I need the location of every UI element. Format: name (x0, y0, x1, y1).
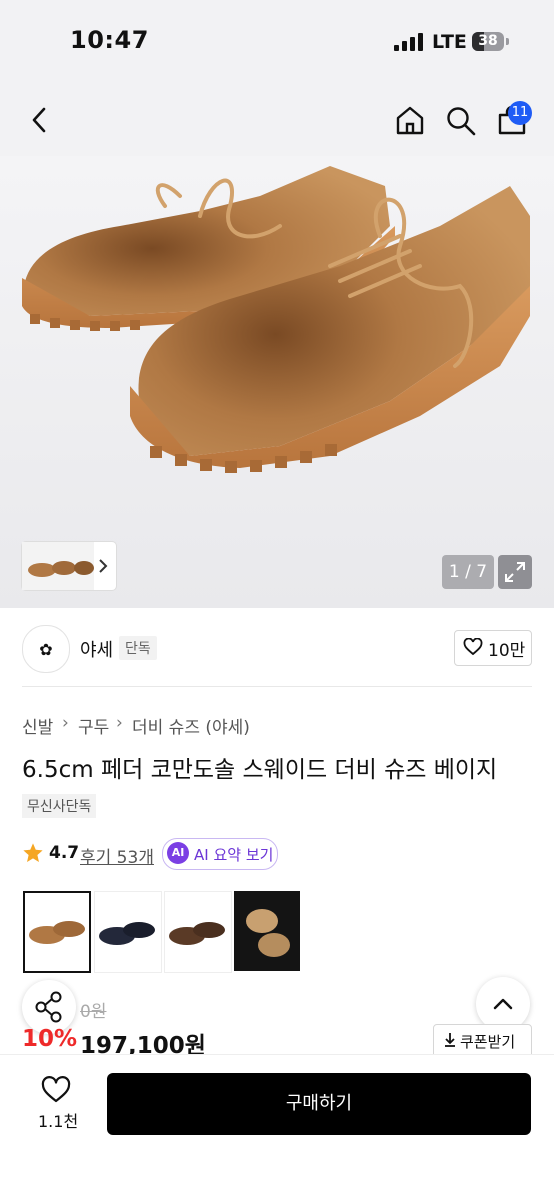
swatch-image (234, 891, 300, 971)
ai-icon: AI (167, 842, 189, 864)
network-label: LTE (432, 31, 467, 53)
breadcrumb-separator: › (62, 713, 69, 733)
battery-icon: 38 (472, 32, 510, 52)
status-time: 10:47 (70, 26, 149, 54)
home-icon[interactable] (394, 104, 426, 136)
color-option-navy[interactable] (94, 891, 162, 973)
gallery-page-indicator: 1 / 7 (442, 555, 494, 589)
chevron-left-icon[interactable] (28, 106, 52, 134)
signal-icon (394, 33, 423, 51)
color-option-beige[interactable] (23, 891, 91, 973)
exclusive-badge: 무신사단독 (22, 794, 97, 818)
brand-exclusive-tag: 단독 (119, 636, 157, 660)
color-option-brown[interactable] (164, 891, 232, 973)
search-icon[interactable] (446, 106, 476, 136)
product-title: 6.5cm 페더 코만도솔 스웨이드 더비 슈즈 베이지 (22, 757, 498, 783)
gallery-thumbnail-strip[interactable] (22, 542, 116, 590)
shoe-photo (22, 166, 530, 473)
cart-count-badge: 11 (508, 101, 532, 125)
heart-icon[interactable] (41, 1076, 71, 1104)
scroll-top-button[interactable] (476, 977, 530, 1031)
brand-logo-icon: ✿ (39, 640, 52, 659)
heart-icon (463, 638, 483, 656)
buy-button[interactable]: 구매하기 (107, 1073, 531, 1135)
coupon-label: 쿠폰받기 (460, 1033, 516, 1051)
svg-text:✿: ✿ (39, 640, 52, 659)
breadcrumb-item[interactable]: 구두 (78, 713, 109, 738)
battery-level: 38 (478, 33, 498, 49)
breadcrumb-item[interactable]: 신발 (22, 713, 53, 738)
discount-rate: 10% (22, 1026, 78, 1052)
review-count-link[interactable]: 후기 53개 (80, 843, 154, 868)
breadcrumb-item[interactable]: 더비 슈즈 (야세) (132, 713, 250, 738)
breadcrumb-separator: › (116, 713, 123, 733)
swatch-image (29, 921, 85, 944)
expand-icon[interactable] (498, 555, 532, 589)
star-icon (23, 843, 43, 862)
divider (22, 686, 532, 687)
download-icon (445, 1033, 455, 1047)
rating-value: 4.7 (49, 843, 80, 863)
swatch-image (169, 922, 225, 945)
wish-count: 1.1천 (38, 1112, 79, 1131)
like-count: 10만 (488, 641, 526, 661)
product-image[interactable] (0, 156, 554, 608)
swatch-image (99, 922, 155, 945)
brand-name[interactable]: 야세 (80, 636, 113, 662)
original-price: 0원 (80, 1002, 107, 1022)
brand-logo[interactable]: ✿ (22, 625, 70, 673)
ai-summary-label: AI 요약 보기 (194, 846, 274, 864)
thumbnail-image (22, 542, 108, 590)
color-option-lookbook[interactable] (234, 891, 300, 971)
chevron-up-icon (493, 998, 513, 1010)
